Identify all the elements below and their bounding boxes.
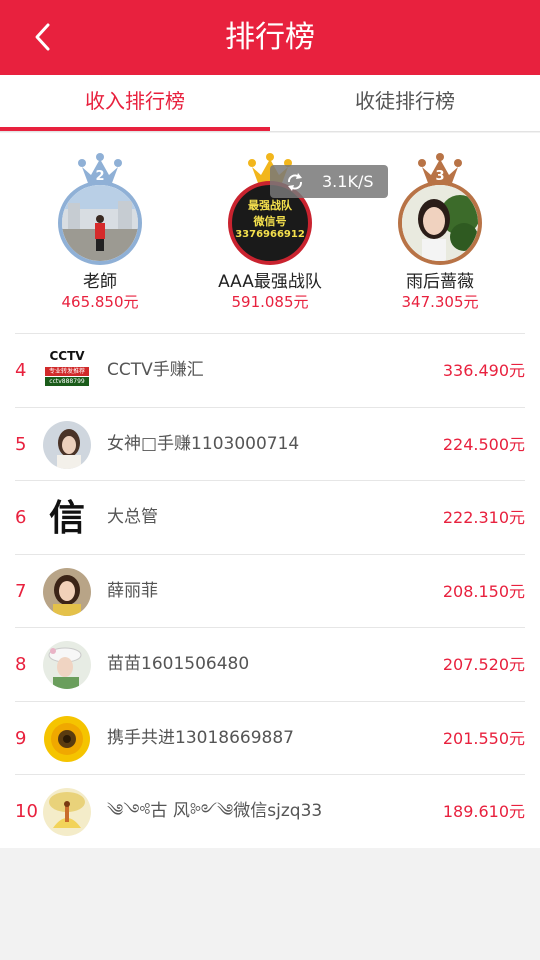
- podium-amount: 347.305元: [401, 293, 479, 311]
- avatar-text-line: CCTV: [49, 349, 85, 363]
- user-name: 携手共进13018669887: [107, 727, 294, 748]
- avatar: [43, 567, 91, 616]
- top-three-podium: 2 老師 465.850元 最强战队 微信号 3376966912 AAA最强战…: [0, 133, 540, 333]
- avatar-text-line: 微信号: [253, 215, 287, 228]
- list-item[interactable]: 10 ༄༺古 风༻༄微信sjzq33 189.610元: [15, 774, 525, 848]
- avatar: [398, 181, 482, 265]
- user-name: 苗苗1601506480: [107, 654, 250, 674]
- avatar: [43, 788, 91, 836]
- list-item[interactable]: 6 信 大总管 222.310元: [15, 480, 525, 554]
- avatar: [43, 714, 91, 763]
- tab-income-ranking[interactable]: 收入排行榜: [0, 75, 270, 132]
- active-tab-indicator: [0, 127, 270, 131]
- rank-number: 10: [15, 801, 38, 822]
- list-item[interactable]: 5 女神□手赚1103000714 224.500元: [15, 406, 525, 481]
- avatar-photo-image: [402, 185, 478, 261]
- ranking-list: 4 CCTV 专业转发推荐 cctv888799 CCTV手赚汇 336.490…: [15, 333, 525, 848]
- avatar: 信: [43, 494, 91, 542]
- user-name: 女神□手赚1103000714: [107, 433, 300, 454]
- rank-number: 4: [15, 360, 27, 381]
- user-name: ༄༺古 风༻༄微信sjzq33: [107, 801, 323, 821]
- avatar-text-line: 专业转发推荐: [45, 367, 89, 376]
- avatar-calligraphy-text: 信: [48, 497, 85, 539]
- avatar: CCTV 专业转发推荐 cctv888799: [43, 347, 91, 395]
- podium-name: 老師: [83, 272, 117, 292]
- sunflower-avatar-image: [43, 714, 91, 763]
- page-title: 排行榜: [225, 20, 315, 55]
- refresh-icon: [288, 173, 302, 191]
- rank-number: 7: [15, 580, 27, 602]
- avatar: [58, 181, 142, 265]
- rank-number: 8: [15, 654, 27, 675]
- tab-bar: 收入排行榜 收徒排行榜: [0, 75, 540, 132]
- app-header: 排行榜: [0, 0, 540, 75]
- rank-number: 5: [15, 433, 27, 455]
- list-item[interactable]: 7 薛丽菲 208.150元: [15, 553, 525, 628]
- user-name: 薛丽菲: [107, 580, 158, 601]
- ranking-content: 2 老師 465.850元 最强战队 微信号 3376966912 AAA最强战…: [0, 133, 540, 848]
- income-amount: 208.150元: [442, 581, 525, 601]
- avatar-photo-image: [43, 788, 91, 836]
- podium-name: 雨后蔷薇: [406, 272, 474, 292]
- avatar-photo-image: [43, 567, 91, 616]
- network-speed-badge: 3.1K/S: [270, 165, 388, 198]
- tab-apprentice-ranking[interactable]: 收徒排行榜: [270, 75, 540, 132]
- network-speed-text: 3.1K/S: [322, 172, 374, 191]
- avatar: [43, 420, 91, 469]
- avatar-photo-image: [62, 185, 138, 261]
- income-amount: 336.490元: [442, 361, 525, 380]
- avatar-text-line: 3376966912: [235, 229, 305, 240]
- podium-amount: 591.085元: [231, 293, 309, 311]
- income-amount: 207.520元: [442, 655, 525, 674]
- income-amount: 224.500元: [442, 434, 525, 454]
- avatar-photo-image: [43, 420, 91, 469]
- avatar: [43, 641, 91, 689]
- income-amount: 222.310元: [442, 508, 525, 527]
- list-item[interactable]: 9 携手共进13018669887 201.550元: [15, 700, 525, 775]
- list-item[interactable]: 4 CCTV 专业转发推荐 cctv888799 CCTV手赚汇 336.490…: [15, 333, 525, 407]
- avatar-text-line: 最强战队: [248, 199, 292, 212]
- user-name: 大总管: [107, 507, 158, 527]
- list-item[interactable]: 8 苗苗1601506480 207.520元: [15, 627, 525, 701]
- income-amount: 189.610元: [442, 802, 525, 821]
- podium-name: AAA最强战队: [218, 272, 322, 292]
- avatar-photo-image: [43, 641, 91, 689]
- avatar-text-line: cctv888799: [45, 377, 89, 386]
- user-name: CCTV手赚汇: [107, 360, 204, 380]
- podium-amount: 465.850元: [61, 293, 139, 311]
- income-amount: 201.550元: [442, 728, 525, 748]
- rank-number: 6: [15, 507, 27, 528]
- rank-number: 9: [15, 727, 27, 749]
